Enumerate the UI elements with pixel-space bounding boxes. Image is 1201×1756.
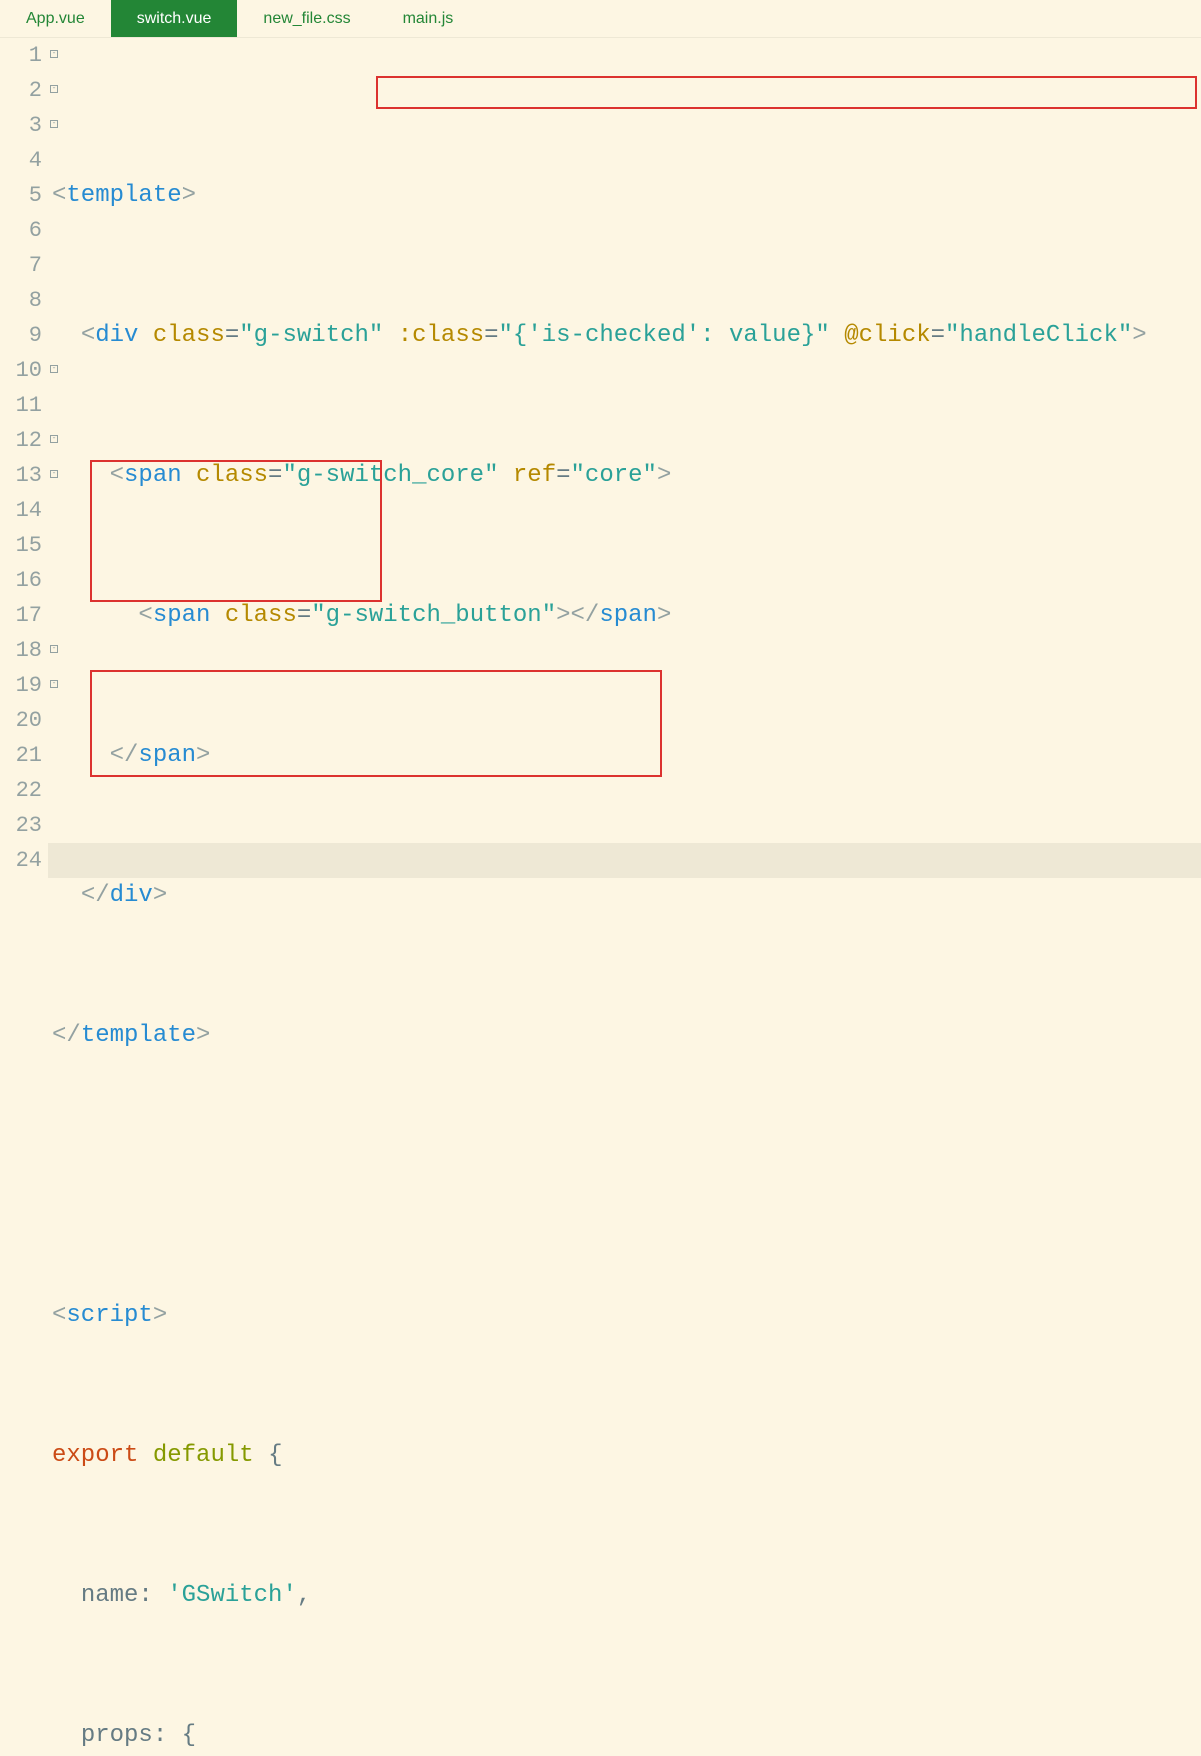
line-number: 10-	[0, 353, 48, 388]
code-line: </div>	[52, 878, 1201, 913]
code-line: name: 'GSwitch',	[52, 1578, 1201, 1613]
highlight-box	[376, 76, 1197, 109]
code-line: <template>	[52, 178, 1201, 213]
code-line: <script>	[52, 1298, 1201, 1333]
line-number: 9	[0, 318, 48, 353]
line-number: 1-	[0, 38, 48, 73]
code-line: <div class="g-switch" :class="{'is-check…	[52, 318, 1201, 353]
current-line-highlight	[48, 843, 1201, 878]
line-number: 24	[0, 843, 48, 878]
line-number: 7	[0, 248, 48, 283]
code-line: </span>	[52, 738, 1201, 773]
code-line: </template>	[52, 1018, 1201, 1053]
line-number: 6	[0, 213, 48, 248]
line-number: 3-	[0, 108, 48, 143]
line-number: 15	[0, 528, 48, 563]
line-number: 18-	[0, 633, 48, 668]
tab-main-js[interactable]: main.js	[377, 0, 480, 37]
line-number: 19-	[0, 668, 48, 703]
line-number: 14	[0, 493, 48, 528]
line-number: 23	[0, 808, 48, 843]
code-area[interactable]: <template> <div class="g-switch" :class=…	[48, 38, 1201, 878]
line-number: 21	[0, 738, 48, 773]
line-number: 17	[0, 598, 48, 633]
line-number: 11	[0, 388, 48, 423]
code-line: props: {	[52, 1718, 1201, 1753]
line-number: 12-	[0, 423, 48, 458]
code-line: export default {	[52, 1438, 1201, 1473]
line-number: 8	[0, 283, 48, 318]
code-line: <span class="g-switch_button"></span>	[52, 598, 1201, 633]
line-number: 13-	[0, 458, 48, 493]
code-line	[52, 1158, 1201, 1193]
line-number: 4	[0, 143, 48, 178]
tab-switch-vue[interactable]: switch.vue	[111, 0, 238, 37]
line-number: 16	[0, 563, 48, 598]
code-editor[interactable]: 1- 2- 3- 4 5 6 7 8 9 10- 11 12- 13- 14 1…	[0, 38, 1201, 878]
line-number: 22	[0, 773, 48, 808]
code-line: <span class="g-switch_core" ref="core">	[52, 458, 1201, 493]
line-number: 20	[0, 703, 48, 738]
line-number: 5	[0, 178, 48, 213]
tab-bar: App.vue switch.vue new_file.css main.js	[0, 0, 1201, 38]
tab-app-vue[interactable]: App.vue	[0, 0, 111, 37]
line-number-gutter: 1- 2- 3- 4 5 6 7 8 9 10- 11 12- 13- 14 1…	[0, 38, 48, 878]
tab-new-file-css[interactable]: new_file.css	[237, 0, 376, 37]
line-number: 2-	[0, 73, 48, 108]
